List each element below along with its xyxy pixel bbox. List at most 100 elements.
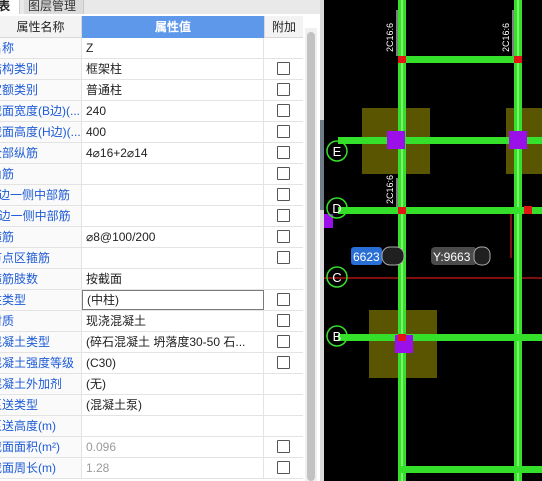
property-value[interactable]: (中柱): [82, 290, 264, 310]
property-row[interactable]: H边一侧中部筋: [0, 206, 303, 227]
property-name: 材质: [0, 311, 82, 331]
property-name: 泵送类型: [0, 395, 82, 415]
property-row[interactable]: 名称 Z: [0, 38, 303, 59]
property-row[interactable]: 截面面积(m²) 0.096: [0, 437, 303, 458]
property-value[interactable]: 按截面: [82, 269, 264, 289]
property-value[interactable]: 0.096: [82, 437, 264, 457]
property-row[interactable]: 箍筋肢数 按截面: [0, 269, 303, 290]
property-value[interactable]: 现浇混凝土: [82, 311, 264, 331]
property-name-text: H边一侧中部筋: [0, 209, 71, 223]
property-row[interactable]: 节点区箍筋: [0, 248, 303, 269]
extra-checkbox[interactable]: [277, 209, 290, 222]
extra-cell: [264, 458, 303, 478]
property-name-text: 混凝土外加剂: [0, 377, 63, 391]
property-name-text: 截面周长(m): [0, 461, 56, 475]
extra-checkbox[interactable]: [277, 188, 290, 201]
extra-checkbox[interactable]: [277, 104, 290, 117]
property-name-text: 结构类别: [0, 62, 39, 76]
extra-checkbox[interactable]: [277, 230, 290, 243]
property-value[interactable]: [82, 164, 264, 184]
extra-cell: [264, 353, 303, 373]
property-value[interactable]: (C30): [82, 353, 264, 373]
property-name-text: 材质: [0, 314, 15, 328]
beam-horizontal: [338, 207, 542, 214]
property-name-text: 截面宽度(B边)(...: [0, 104, 80, 118]
tab-property-table[interactable]: 表: [0, 0, 20, 14]
property-row[interactable]: 材质 现浇混凝土: [0, 311, 303, 332]
property-value[interactable]: (无): [82, 374, 264, 394]
extra-checkbox[interactable]: [277, 335, 290, 348]
property-value[interactable]: 4⌀16+2⌀14: [82, 143, 264, 163]
property-value[interactable]: ⌀8@100/200: [82, 227, 264, 247]
extra-cell: [264, 311, 303, 331]
property-name: 泵送高度(m): [0, 416, 82, 436]
property-row[interactable]: 角筋: [0, 164, 303, 185]
extra-cell: [264, 206, 303, 226]
property-row[interactable]: 混凝土类型 (碎石混凝土 坍落度30-50 石...: [0, 332, 303, 353]
property-row[interactable]: 截面周长(m) 1.28: [0, 458, 303, 479]
property-row[interactable]: 泵送类型 (混凝土泵): [0, 395, 303, 416]
beam-horizontal: [338, 334, 542, 341]
property-value[interactable]: 框架柱: [82, 59, 264, 79]
cad-drawing: E D C B 2C16:6 2C16:6 2C16:6 6623 Y:9663: [324, 0, 542, 481]
extra-checkbox[interactable]: [277, 356, 290, 369]
property-name: 截面面积(m²): [0, 437, 82, 457]
property-name-text: B边一侧中部筋: [0, 188, 71, 202]
property-value[interactable]: 普通柱: [82, 80, 264, 100]
extra-cell: [264, 80, 303, 100]
extra-checkbox[interactable]: [277, 461, 290, 474]
property-value[interactable]: 240: [82, 101, 264, 121]
property-value[interactable]: [82, 416, 264, 436]
property-row[interactable]: 柱类型 (中柱): [0, 290, 303, 311]
vertical-scrollbar[interactable]: [305, 28, 317, 481]
property-value[interactable]: [82, 248, 264, 268]
property-value[interactable]: 1.28: [82, 458, 264, 478]
property-row[interactable]: 混凝土外加剂 (无): [0, 374, 303, 395]
extra-checkbox[interactable]: [277, 83, 290, 96]
property-row[interactable]: 箍筋 ⌀8@100/200: [0, 227, 303, 248]
property-panel: 表 图层管理 属性名称 属性值 附加 名称 Z 结构类别 框架柱定额类别 普通柱截面宽度…: [0, 0, 320, 481]
extra-checkbox[interactable]: [277, 314, 290, 327]
property-name-text: 截面高度(H边)(...: [0, 125, 81, 139]
property-value[interactable]: (混凝土泵): [82, 395, 264, 415]
property-name-text: 泵送类型: [0, 398, 39, 412]
property-row[interactable]: B边一侧中部筋: [0, 185, 303, 206]
extra-checkbox[interactable]: [277, 251, 290, 264]
property-row[interactable]: 结构类别 框架柱: [0, 59, 303, 80]
property-name-text: 角筋: [0, 167, 15, 181]
extra-cell: [264, 332, 303, 352]
extra-cell: [264, 395, 303, 415]
property-value[interactable]: 400: [82, 122, 264, 142]
extra-checkbox[interactable]: [277, 167, 290, 180]
beam-horizontal: [398, 466, 542, 473]
property-row[interactable]: 截面宽度(B边)(...240: [0, 101, 303, 122]
property-name: 箍筋肢数: [0, 269, 82, 289]
property-row[interactable]: 截面高度(H边)(...400: [0, 122, 303, 143]
axis-label-b: B: [333, 329, 342, 344]
property-name-text: 截面面积(m²): [0, 440, 60, 454]
extra-cell: [264, 437, 303, 457]
extra-checkbox[interactable]: [277, 62, 290, 75]
extra-checkbox[interactable]: [277, 293, 290, 306]
tab-layer-manage[interactable]: 图层管理: [24, 0, 84, 14]
property-value[interactable]: [82, 185, 264, 205]
extra-checkbox[interactable]: [277, 125, 290, 138]
property-value[interactable]: (碎石混凝土 坍落度30-50 石...: [82, 332, 264, 352]
property-row[interactable]: 混凝土强度等级 (C30): [0, 353, 303, 374]
property-value[interactable]: [82, 206, 264, 226]
property-row[interactable]: 泵送高度(m): [0, 416, 303, 437]
extra-checkbox[interactable]: [277, 146, 290, 159]
extra-checkbox[interactable]: [277, 440, 290, 453]
extra-cell: [264, 185, 303, 205]
property-name: 名称: [0, 38, 82, 58]
property-name: 定额类别: [0, 80, 82, 100]
property-row[interactable]: 定额类别 普通柱: [0, 80, 303, 101]
property-value[interactable]: Z: [82, 38, 264, 58]
scrollbar-thumb[interactable]: [307, 32, 315, 481]
property-name: 混凝土外加剂: [0, 374, 82, 394]
property-name: 结构类别: [0, 59, 82, 79]
drawing-canvas[interactable]: E D C B 2C16:6 2C16:6 2C16:6 6623 Y:9663: [324, 0, 542, 481]
extra-cell: [264, 122, 303, 142]
axis-label-e: E: [333, 144, 342, 159]
property-row[interactable]: 全部纵筋 4⌀16+2⌀14: [0, 143, 303, 164]
